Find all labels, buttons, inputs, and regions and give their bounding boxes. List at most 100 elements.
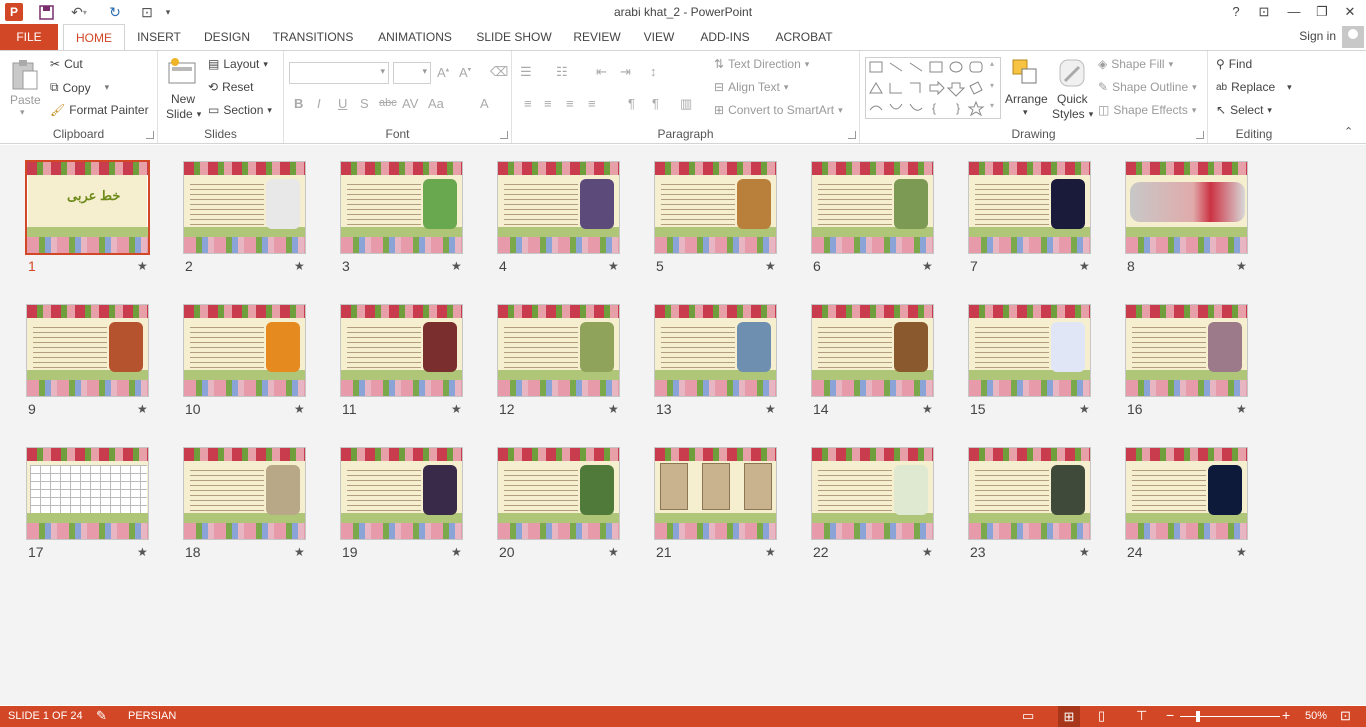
collapse-ribbon-icon[interactable]: ⌃ bbox=[1344, 125, 1353, 138]
underline-button[interactable]: U bbox=[338, 96, 347, 111]
slide-thumbnail-15[interactable] bbox=[968, 304, 1091, 397]
line-spacing-icon[interactable]: ↕ bbox=[650, 64, 657, 79]
transition-star-icon[interactable]: ★ bbox=[922, 259, 933, 273]
slide-thumbnail-19[interactable] bbox=[340, 447, 463, 540]
paste-button[interactable]: Paste bbox=[10, 93, 41, 107]
tab-add-ins[interactable]: ADD-INS bbox=[697, 24, 753, 50]
gallery-more-icon[interactable]: ▾ bbox=[990, 101, 994, 110]
slide-thumbnail-10[interactable] bbox=[183, 304, 306, 397]
tab-animations[interactable]: ANIMATIONS bbox=[374, 24, 456, 50]
transition-star-icon[interactable]: ★ bbox=[451, 259, 462, 273]
slide-thumbnail-2[interactable] bbox=[183, 161, 306, 254]
transition-star-icon[interactable]: ★ bbox=[765, 402, 776, 416]
zoom-slider-knob[interactable] bbox=[1196, 711, 1200, 722]
italic-button[interactable]: I bbox=[317, 96, 321, 111]
strikethrough-button[interactable]: abc bbox=[379, 97, 397, 109]
restore-icon[interactable]: ❐ bbox=[1308, 0, 1336, 24]
normal-view-icon[interactable]: ▭ bbox=[1022, 708, 1034, 724]
new-slide-button[interactable]: Slide ▾ bbox=[166, 107, 201, 121]
slide-thumbnail-4[interactable] bbox=[497, 161, 620, 254]
font-launcher-icon[interactable] bbox=[500, 131, 508, 139]
transition-star-icon[interactable]: ★ bbox=[608, 259, 619, 273]
columns-icon[interactable]: ▥ bbox=[680, 96, 692, 112]
slide-thumbnail-13[interactable] bbox=[654, 304, 777, 397]
minimize-icon[interactable]: — bbox=[1280, 0, 1308, 24]
zoom-in-icon[interactable]: + bbox=[1282, 707, 1290, 723]
paste-dropdown-icon[interactable]: ▾ bbox=[20, 107, 25, 118]
slide-thumbnail-24[interactable] bbox=[1125, 447, 1248, 540]
tab-transitions[interactable]: TRANSITIONS bbox=[270, 24, 356, 50]
align-center-icon[interactable]: ≡ bbox=[544, 96, 552, 111]
help-icon[interactable]: ? bbox=[1222, 0, 1250, 24]
select-button[interactable]: ↖ Select ▾ bbox=[1216, 103, 1272, 117]
convert-smartart-button[interactable]: ⊞ Convert to SmartArt ▾ bbox=[714, 103, 843, 117]
transition-star-icon[interactable]: ★ bbox=[765, 259, 776, 273]
drawing-launcher-icon[interactable] bbox=[1196, 131, 1204, 139]
zoom-level[interactable]: 50% bbox=[1305, 710, 1327, 722]
replace-button[interactable]: ab Replace ▾ bbox=[1216, 80, 1292, 94]
arrange-button[interactable]: Arrange bbox=[1005, 92, 1048, 106]
transition-star-icon[interactable]: ★ bbox=[1236, 259, 1247, 273]
slide-thumbnail-8[interactable] bbox=[1125, 161, 1248, 254]
transition-star-icon[interactable]: ★ bbox=[1236, 545, 1247, 559]
zoom-slider[interactable] bbox=[1180, 716, 1280, 717]
slide-thumbnail-14[interactable] bbox=[811, 304, 934, 397]
shape-outline-button[interactable]: ✎ Shape Outline ▾ bbox=[1098, 80, 1197, 94]
tab-review[interactable]: REVIEW bbox=[572, 24, 622, 50]
shrink-font-icon[interactable]: A▾ bbox=[459, 65, 471, 80]
copy-button[interactable]: ⧉ Copy ▾ bbox=[50, 80, 109, 95]
sign-in-link[interactable]: Sign in bbox=[1299, 29, 1336, 43]
slide-thumbnail-17[interactable] bbox=[26, 447, 149, 540]
slide-show-view-icon[interactable]: ⊤ bbox=[1136, 708, 1147, 724]
new-slide-label-1[interactable]: New bbox=[171, 92, 195, 106]
quick-styles-icon[interactable] bbox=[1057, 57, 1089, 89]
transition-star-icon[interactable]: ★ bbox=[137, 545, 148, 559]
slide-thumbnail-6[interactable] bbox=[811, 161, 934, 254]
gallery-scroll-up-icon[interactable]: ▴ bbox=[990, 59, 994, 68]
gallery-scroll-down-icon[interactable]: ▾ bbox=[990, 81, 994, 90]
tab-design[interactable]: DESIGN bbox=[202, 24, 252, 50]
zoom-out-icon[interactable]: − bbox=[1166, 707, 1174, 723]
tab-home[interactable]: HOME bbox=[63, 24, 125, 51]
tab-view[interactable]: VIEW bbox=[641, 24, 677, 50]
transition-star-icon[interactable]: ★ bbox=[608, 402, 619, 416]
shapes-gallery[interactable]: { } bbox=[865, 57, 1001, 119]
align-right-icon[interactable]: ≡ bbox=[566, 96, 574, 111]
transition-star-icon[interactable]: ★ bbox=[1236, 402, 1247, 416]
slide-thumbnail-3[interactable] bbox=[340, 161, 463, 254]
format-painter-button[interactable]: 🖌 Format Painter bbox=[50, 103, 149, 117]
slide-thumbnail-22[interactable] bbox=[811, 447, 934, 540]
avatar[interactable] bbox=[1342, 26, 1364, 48]
reading-view-icon[interactable]: ▯ bbox=[1098, 708, 1105, 724]
slide-thumbnail-7[interactable] bbox=[968, 161, 1091, 254]
font-color-icon[interactable]: A bbox=[480, 96, 489, 111]
reset-button[interactable]: ⟲ Reset bbox=[208, 80, 253, 94]
new-slide-icon[interactable] bbox=[167, 57, 199, 89]
transition-star-icon[interactable]: ★ bbox=[1079, 259, 1090, 273]
slide-sorter-view-icon[interactable]: ⊞ bbox=[1058, 706, 1080, 727]
slide-thumbnail-18[interactable] bbox=[183, 447, 306, 540]
close-icon[interactable]: ✕ bbox=[1336, 0, 1364, 24]
align-text-button[interactable]: ⊟ Align Text ▾ bbox=[714, 80, 788, 94]
section-button[interactable]: ▭ Section ▾ bbox=[208, 103, 272, 117]
slide-thumbnail-20[interactable] bbox=[497, 447, 620, 540]
language-indicator[interactable]: PERSIAN bbox=[128, 710, 176, 722]
font-name-combo[interactable] bbox=[289, 62, 389, 84]
ribbon-display-options-icon[interactable]: ⊡ bbox=[1250, 0, 1278, 24]
notes-edit-icon[interactable]: ✎ bbox=[96, 708, 107, 724]
slide-thumbnail-23[interactable] bbox=[968, 447, 1091, 540]
font-size-combo[interactable] bbox=[393, 62, 431, 84]
quick-styles-button[interactable]: Styles ▾ bbox=[1052, 107, 1093, 121]
transition-star-icon[interactable]: ★ bbox=[294, 402, 305, 416]
transition-star-icon[interactable]: ★ bbox=[765, 545, 776, 559]
slide-thumbnail-1[interactable]: خط عربی bbox=[25, 160, 150, 255]
quick-styles-label-1[interactable]: Quick bbox=[1057, 92, 1088, 106]
paragraph-launcher-icon[interactable] bbox=[848, 131, 856, 139]
slide-thumbnail-11[interactable] bbox=[340, 304, 463, 397]
clipboard-launcher-icon[interactable] bbox=[146, 131, 154, 139]
tab-file[interactable]: FILE bbox=[0, 24, 58, 50]
transition-star-icon[interactable]: ★ bbox=[451, 545, 462, 559]
fit-slide-icon[interactable]: ⊡ bbox=[1340, 708, 1351, 724]
paste-icon[interactable] bbox=[9, 59, 41, 91]
clear-formatting-icon[interactable]: ⌫ bbox=[490, 64, 508, 80]
